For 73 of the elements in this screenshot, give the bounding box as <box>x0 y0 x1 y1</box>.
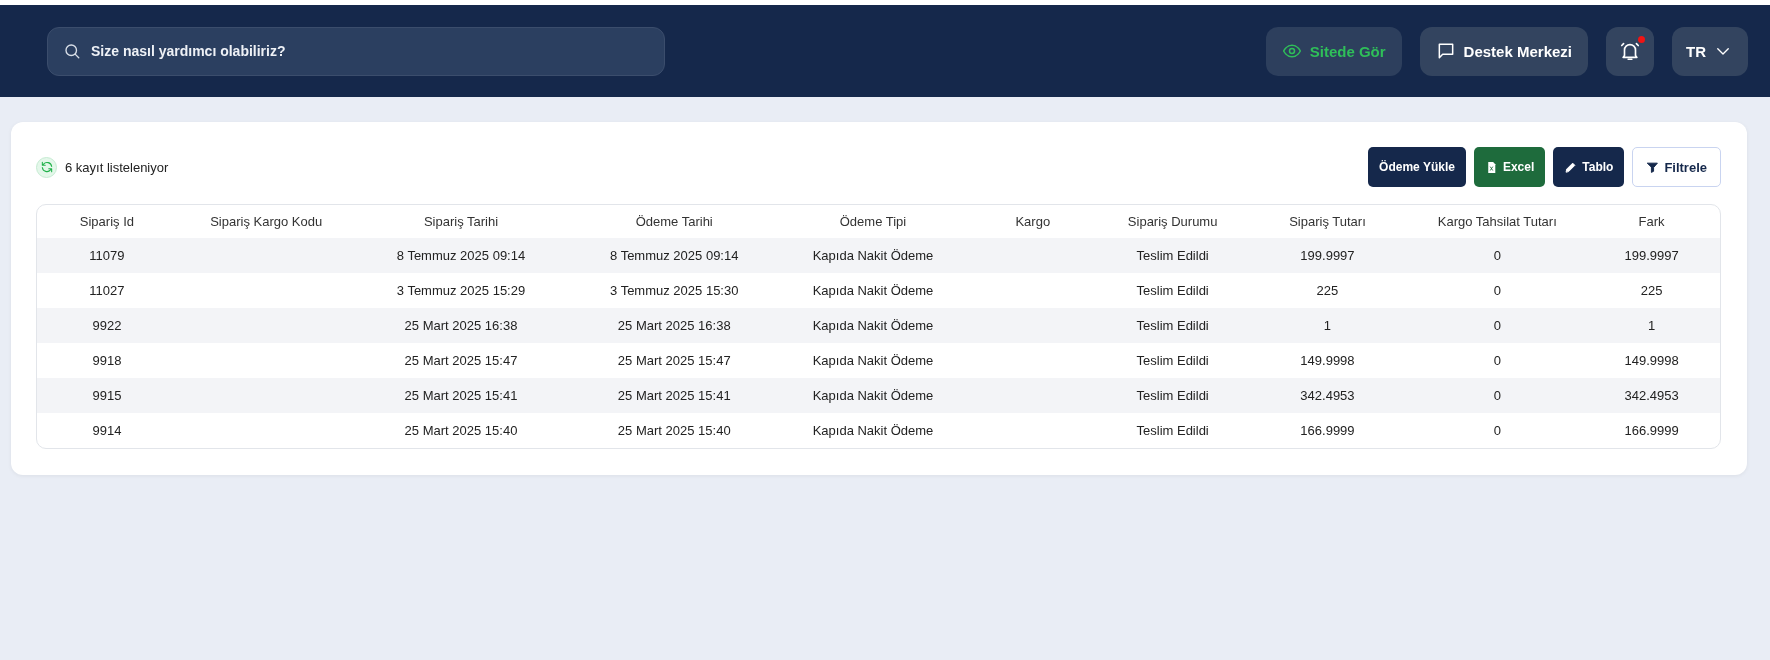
table-cell-text: Kapıda Nakit Ödeme <box>811 423 935 438</box>
table-cell-text: 342.4953 <box>1623 388 1680 403</box>
language-selector[interactable]: TR <box>1672 26 1748 76</box>
pencil-icon <box>1564 160 1578 174</box>
column-header[interactable]: Sipariş Tarihi <box>355 214 567 229</box>
view-site-button[interactable]: Sitede Gör <box>1265 26 1402 76</box>
column-header[interactable]: Sipariş Id <box>37 214 177 229</box>
table-cell-text: 166.9999 <box>1623 423 1680 438</box>
filter-icon <box>1646 160 1660 174</box>
column-header[interactable]: Kargo Tahsilat Tutarı <box>1411 214 1584 229</box>
column-header[interactable]: Fark <box>1583 214 1720 229</box>
table-cell-text: 25 Mart 2025 15:47 <box>403 353 519 368</box>
table-cell-text: 3 Temmuz 2025 15:29 <box>395 283 527 298</box>
table-cell-text: 0 <box>1492 318 1502 333</box>
table-cell-text: 1 <box>1322 318 1333 333</box>
table-cell-text: 11027 <box>88 283 126 298</box>
table-cell-text: Kapıda Nakit Ödeme <box>811 248 935 263</box>
record-count: 6 kayıt listeleniyor <box>65 159 169 175</box>
table-cell-text: 3 Temmuz 2025 15:30 <box>609 283 740 298</box>
column-header[interactable]: Ödeme Tipi <box>782 214 964 229</box>
table-cell-text: Teslim Edildi <box>1135 283 1210 298</box>
search-field[interactable]: Size nasıl yardımcı olabiliriz? <box>47 26 665 76</box>
upload-payment-button[interactable]: Ödeme Yükle <box>1368 147 1466 187</box>
table-cell-text: Kapıda Nakit Ödeme <box>811 353 935 368</box>
table-cell-text: 25 Mart 2025 16:38 <box>616 318 732 333</box>
table-cell-text: 25 Mart 2025 15:40 <box>403 423 519 438</box>
table-cell-text: 8 Temmuz 2025 09:14 <box>395 248 527 263</box>
bell-icon <box>1619 40 1641 62</box>
table-cell-text: Kapıda Nakit Ödeme <box>811 283 935 298</box>
table-cell-text: 0 <box>1492 353 1502 368</box>
table-cell-text: 149.9998 <box>1623 353 1680 368</box>
table-cell-text: 199.9997 <box>1299 248 1356 263</box>
table-cell-text: Teslim Edildi <box>1135 388 1210 403</box>
table-edit-button[interactable]: Tablo <box>1553 147 1625 187</box>
table-cell-text: Kapıda Nakit Ödeme <box>811 388 935 403</box>
table-cell-text: 149.9998 <box>1299 353 1356 368</box>
table-cell-text: 9922 <box>91 318 123 333</box>
table-cell-text: 9914 <box>91 423 123 438</box>
table-cell-text: 225 <box>1315 283 1340 298</box>
column-header[interactable]: Ödeme Tarihi <box>566 214 783 229</box>
table-cell-text: 9918 <box>91 353 123 368</box>
excel-export-button[interactable]: Excel <box>1473 147 1546 187</box>
table-cell-text: Teslim Edildi <box>1135 318 1210 333</box>
table-cell-text: 25 Mart 2025 16:38 <box>403 318 519 333</box>
table-cell-text: 225 <box>1639 283 1664 298</box>
column-header[interactable]: Sipariş Durumu <box>1101 214 1244 229</box>
table-cell-text: 25 Mart 2025 15:47 <box>616 353 732 368</box>
table-cell-text: 8 Temmuz 2025 09:14 <box>609 248 740 263</box>
column-header[interactable]: Sipariş Tutarı <box>1243 214 1412 229</box>
table-cell-text: 199.9997 <box>1623 248 1680 263</box>
filter-button[interactable]: Filtrele <box>1632 147 1721 187</box>
refresh-icon[interactable] <box>36 156 57 178</box>
table-cell-text: 166.9999 <box>1299 423 1356 438</box>
search-icon <box>63 41 81 60</box>
table-cell-text: Teslim Edildi <box>1135 423 1210 438</box>
table-cell-text: 1 <box>1646 318 1657 333</box>
table-cell-text: 0 <box>1492 248 1502 263</box>
table-cell-text: Teslim Edildi <box>1135 353 1210 368</box>
table-cell-text: 0 <box>1492 388 1502 403</box>
notifications-button[interactable] <box>1606 26 1654 76</box>
table-cell-text: 11079 <box>88 248 126 263</box>
table-cell-text: 25 Mart 2025 15:41 <box>403 388 519 403</box>
table-cell-text: 25 Mart 2025 15:41 <box>616 388 732 403</box>
column-header[interactable]: Kargo <box>963 214 1102 229</box>
table-cell-text: 0 <box>1492 423 1502 438</box>
table-cell-text: 342.4953 <box>1299 388 1356 403</box>
column-header[interactable]: Sipariş Kargo Kodu <box>176 214 356 229</box>
table-cell-text: Teslim Edildi <box>1135 248 1210 263</box>
table-cell-text: 9915 <box>91 388 123 403</box>
table-cell-text: 25 Mart 2025 15:40 <box>616 423 732 438</box>
table-cell-text: Kapıda Nakit Ödeme <box>811 318 935 333</box>
table-cell-text: 0 <box>1492 283 1502 298</box>
support-center-button[interactable]: Destek Merkezi <box>1419 26 1588 76</box>
